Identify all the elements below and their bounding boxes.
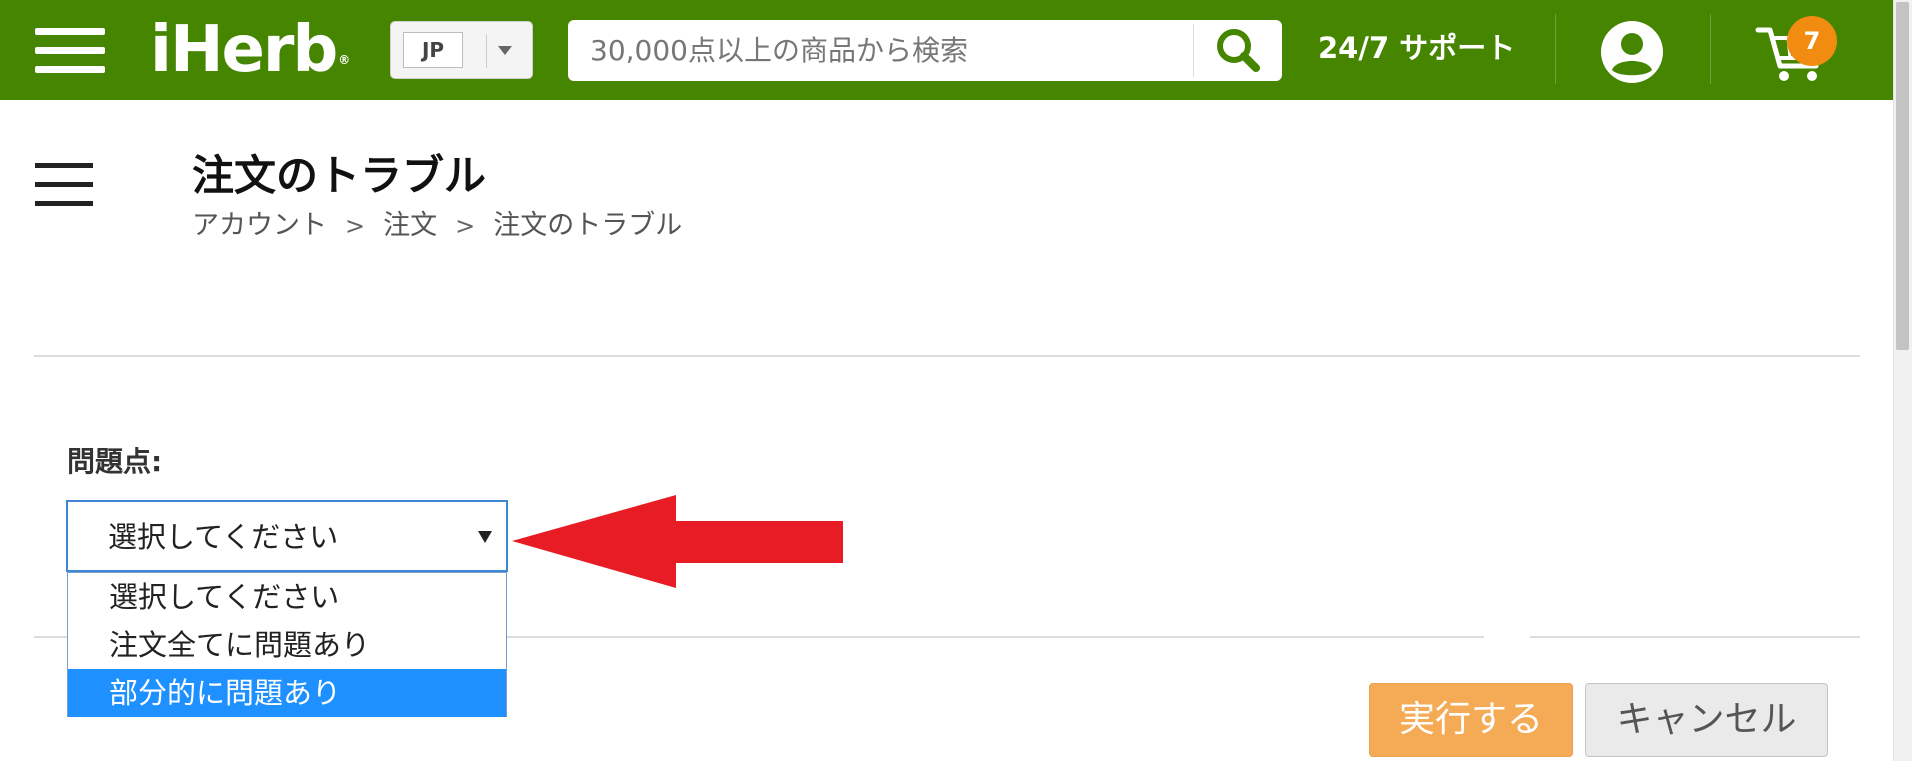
scrollbar-thumb[interactable] [1896, 2, 1909, 350]
breadcrumb-separator: > [345, 212, 366, 240]
country-selector-divider [486, 34, 487, 68]
option-whole-order-issue[interactable]: 注文全てに問題あり [68, 621, 506, 669]
section-divider [34, 636, 67, 638]
account-button[interactable] [1600, 20, 1664, 84]
caret-down-icon [478, 531, 492, 543]
country-code: JP [403, 32, 463, 68]
header-divider [1710, 14, 1711, 84]
chevron-down-icon [498, 46, 512, 55]
breadcrumb-current: 注文のトラブル [493, 210, 683, 241]
issue-select[interactable]: 選択してください [66, 500, 508, 572]
search-icon [1217, 29, 1260, 72]
top-header: iHerb® JP 24/7 サポート [0, 0, 1893, 100]
header-divider [1555, 14, 1556, 84]
cart-count-badge: 7 [1787, 16, 1837, 66]
search-box [568, 20, 1282, 81]
search-input[interactable] [568, 20, 1193, 81]
breadcrumb-orders[interactable]: 注文 [383, 208, 437, 244]
breadcrumb-separator: > [455, 212, 476, 240]
cancel-button[interactable]: キャンセル [1585, 683, 1828, 757]
breadcrumb-account[interactable]: アカウント [192, 208, 327, 244]
section-divider [1530, 636, 1860, 638]
red-arrow-annotation-icon [512, 495, 843, 588]
submit-button[interactable]: 実行する [1369, 683, 1573, 757]
section-divider [34, 355, 1860, 357]
country-selector[interactable]: JP [390, 21, 533, 79]
user-icon [1601, 21, 1663, 83]
support-link[interactable]: 24/7 サポート [1318, 28, 1515, 68]
issue-select-value: 選択してください [108, 520, 339, 554]
option-partial-issue[interactable]: 部分的に問題あり [68, 669, 506, 717]
page-title: 注文のトラブル [192, 151, 487, 200]
breadcrumb: アカウント > 注文 > 注文のトラブル [192, 208, 682, 244]
iherb-logo[interactable]: iHerb ® [150, 8, 350, 92]
search-button[interactable] [1194, 20, 1282, 81]
issue-dropdown-list: 選択してください 注文全てに問題あり 部分的に問題あり [67, 572, 507, 717]
option-please-select[interactable]: 選択してください [68, 573, 506, 621]
logo-text: iHerb [150, 13, 338, 87]
account-menu-icon[interactable] [35, 163, 93, 207]
main-menu-icon[interactable] [35, 28, 105, 74]
registered-mark: ® [338, 53, 350, 67]
section-divider [507, 636, 1484, 638]
issue-label: 問題点: [67, 445, 163, 478]
